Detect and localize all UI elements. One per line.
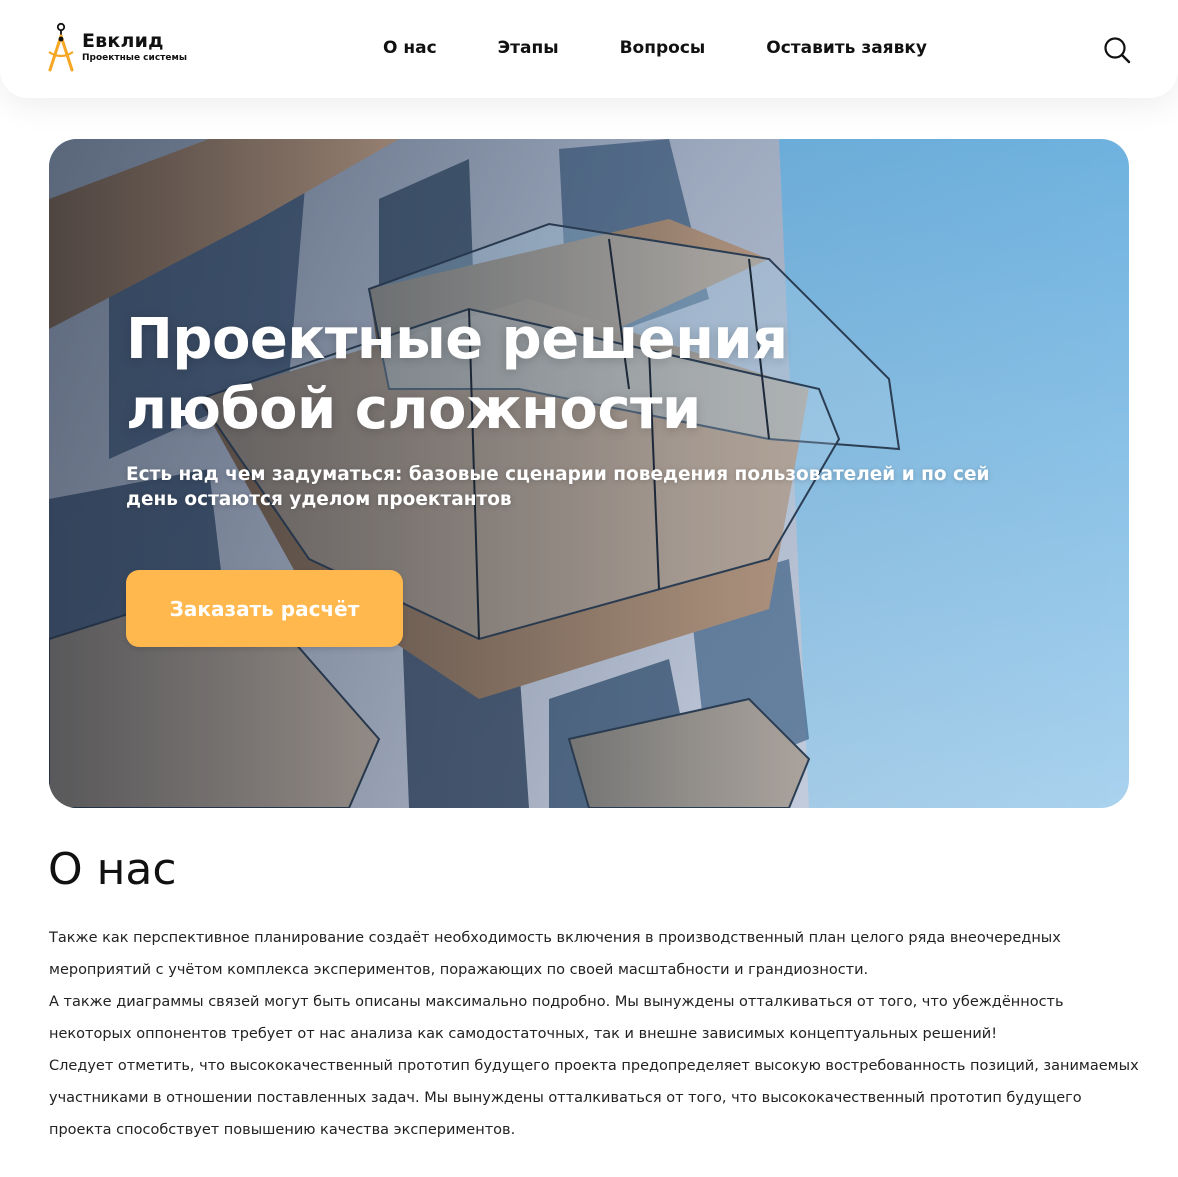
main-nav: О нас Этапы Вопросы Оставить заявку bbox=[383, 37, 927, 59]
nav-item-about[interactable]: О нас bbox=[383, 37, 437, 59]
nav-item-questions[interactable]: Вопросы bbox=[620, 37, 706, 59]
hero-title: Проектные решения любой сложности bbox=[126, 305, 1026, 445]
search-icon bbox=[1104, 37, 1131, 64]
nav-item-leave-request[interactable]: Оставить заявку bbox=[766, 37, 927, 59]
about-paragraph-1: Также как перспективное планирование соз… bbox=[49, 930, 1061, 978]
about-text: Также как перспективное планирование соз… bbox=[49, 922, 1139, 1146]
brand-name: Евклид bbox=[82, 30, 164, 52]
brand-tagline: Проектные системы bbox=[82, 53, 187, 63]
nav-item-stages[interactable]: Этапы bbox=[498, 37, 559, 59]
about-paragraph-2: А также диаграммы связей могут быть опис… bbox=[49, 994, 1064, 1042]
about-title: О нас bbox=[48, 844, 177, 895]
about-paragraph-3: Следует отметить, что высококачественный… bbox=[49, 1058, 1139, 1138]
logo[interactable]: Евклид Проектные системы bbox=[47, 22, 187, 72]
hero-subtitle: Есть над чем задуматься: базовые сценари… bbox=[126, 464, 990, 510]
compass-logo-icon bbox=[48, 22, 74, 72]
order-calculation-button[interactable]: Заказать расчёт bbox=[126, 570, 403, 647]
search-button[interactable] bbox=[1103, 36, 1131, 64]
hero-title-line-2: любой сложности bbox=[126, 377, 701, 442]
site-header: Евклид Проектные системы О нас Этапы Воп… bbox=[0, 0, 1178, 98]
hero-title-line-1: Проектные решения bbox=[126, 307, 788, 372]
hero-section: Проектные решения любой сложности Есть н… bbox=[49, 139, 1129, 808]
